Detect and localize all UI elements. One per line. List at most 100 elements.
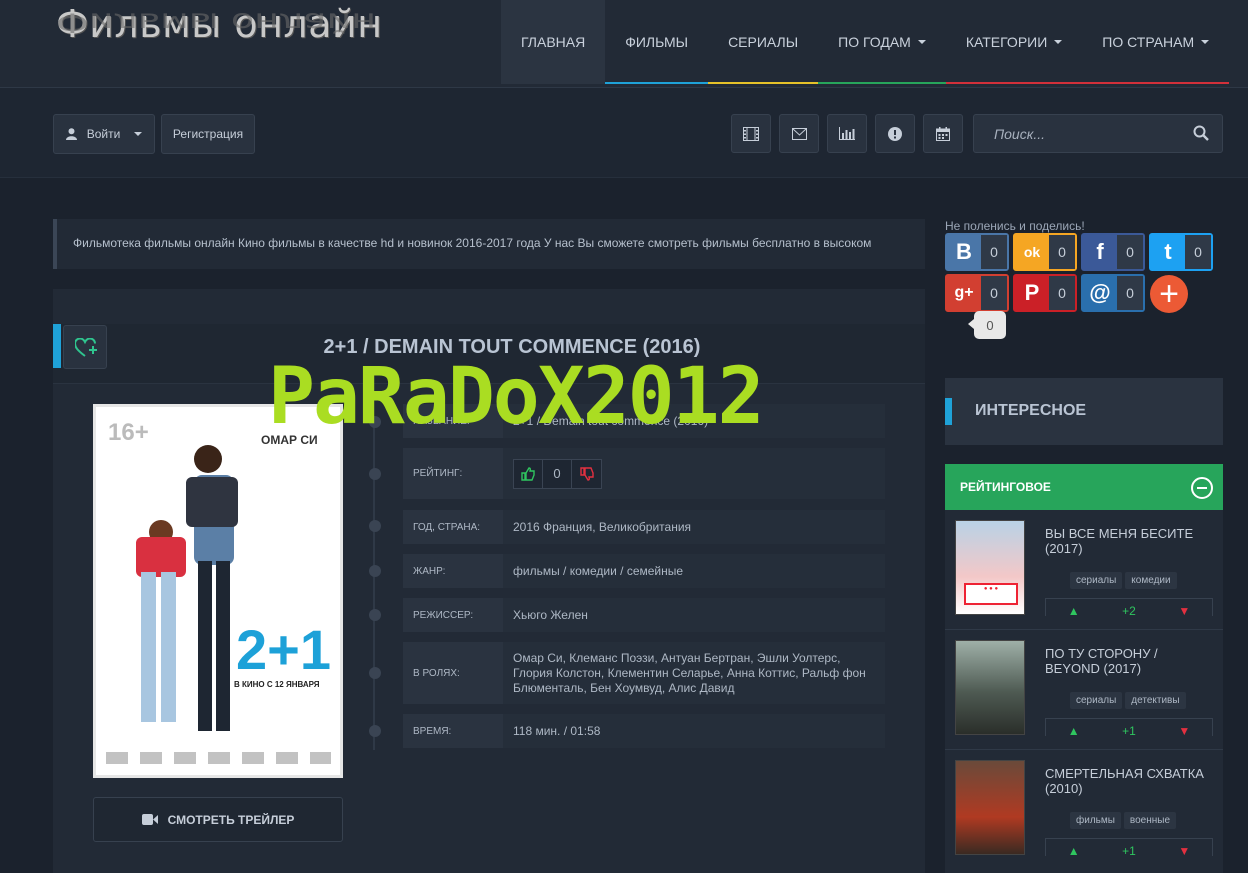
poster-big-title: 2+1 xyxy=(236,618,331,681)
item-thumbnail[interactable] xyxy=(955,760,1025,855)
calendar-icon xyxy=(936,126,950,141)
info-value[interactable]: фильмы / комедии / семейные xyxy=(503,554,885,588)
timeline-dot xyxy=(369,468,381,480)
register-label: Регистрация xyxy=(172,127,244,141)
nav-categories[interactable]: Категории xyxy=(945,0,1083,84)
tag[interactable]: комедии xyxy=(1125,572,1177,589)
search-icon[interactable] xyxy=(1193,125,1209,141)
bar-chart-icon xyxy=(839,127,855,140)
info-row-year: Год, страна: 2016 Франция, Великобритани… xyxy=(403,510,885,544)
nav-home[interactable]: Главная xyxy=(501,0,606,84)
list-item[interactable]: ПО ТУ СТОРОНУ / BEYOND (2017) сериалы де… xyxy=(945,630,1223,750)
share-google-plus-button[interactable]: g+ 0 xyxy=(945,274,1009,312)
logo-reflection: Фильмы онлайн xyxy=(56,7,377,38)
item-thumbnail[interactable]: ● ● ● xyxy=(955,520,1025,615)
item-title[interactable]: ПО ТУ СТОРОНУ / BEYOND (2017) xyxy=(1045,646,1215,676)
thumbs-up-icon[interactable]: ▲ xyxy=(1046,599,1101,617)
item-title[interactable]: ВЫ ВСЕ МЕНЯ БЕСИТЕ (2017) xyxy=(1045,526,1215,556)
twitter-icon: t xyxy=(1151,235,1185,269)
collapse-icon[interactable] xyxy=(1191,477,1213,499)
timeline-dot xyxy=(369,609,381,621)
calendar-icon-button[interactable] xyxy=(923,114,963,153)
info-row-director: Режиссер: Хьюго Желен xyxy=(403,598,885,632)
search-input[interactable] xyxy=(974,115,1184,152)
movie-poster[interactable]: 16+ ОМАР СИ 2+1 В КИНО С 12 ЯНВАРЯ xyxy=(93,404,343,778)
tag[interactable]: фильмы xyxy=(1070,812,1121,829)
nav-years[interactable]: По годам xyxy=(818,0,946,84)
share-count: 0 xyxy=(1117,276,1143,310)
nav-films[interactable]: Фильмы xyxy=(605,0,708,84)
item-title[interactable]: СМЕРТЕЛЬНАЯ СХВАТКА (2010) xyxy=(1045,766,1215,796)
thumbs-down-icon[interactable] xyxy=(572,460,601,488)
thumbs-down-icon[interactable]: ▼ xyxy=(1157,719,1212,737)
nav-series-label: Сериалы xyxy=(728,34,799,50)
item-score: +2 xyxy=(1122,603,1136,617)
item-vote: ▲ +2 ▼ xyxy=(1045,598,1213,616)
poster-logos xyxy=(106,752,331,764)
rating-count: 0 xyxy=(543,459,572,488)
thumbs-up-icon[interactable] xyxy=(514,459,543,488)
share-count: 0 xyxy=(981,235,1007,269)
share-twitter-button[interactable]: t0 xyxy=(1149,233,1213,271)
share-vk-button[interactable]: B0 xyxy=(945,233,1009,271)
timeline-dot xyxy=(369,667,381,679)
rating-vote: 0 xyxy=(513,458,602,489)
nav-years-label: По годам xyxy=(838,34,911,50)
mail-icon-button[interactable] xyxy=(779,114,819,153)
register-button[interactable]: Регистрация xyxy=(161,114,255,154)
rated-title: РЕЙТИНГОВОЕ xyxy=(960,480,1051,494)
caret-down-icon xyxy=(1054,40,1063,44)
user-icon xyxy=(65,128,77,140)
share-ok-button[interactable]: ok 0 xyxy=(1013,233,1077,271)
site-logo[interactable]: Фильмы онлайн Фильмы онлайн xyxy=(56,2,416,82)
item-thumbnail[interactable] xyxy=(955,640,1025,735)
nav-countries[interactable]: По странам xyxy=(1082,0,1230,84)
info-label: Режиссер: xyxy=(403,598,503,632)
tag[interactable]: сериалы xyxy=(1070,692,1123,709)
nav-films-label: Фильмы xyxy=(625,34,689,50)
share-pinterest-button[interactable]: P0 xyxy=(1013,274,1077,312)
watch-trailer-button[interactable]: СМОТРЕТЬ ТРЕЙЛЕР xyxy=(93,797,343,842)
info-label: Жанр: xyxy=(403,554,503,588)
info-value: Хьюго Желен xyxy=(503,598,885,632)
nav-series[interactable]: Сериалы xyxy=(708,0,819,84)
google-plus-icon: g+ xyxy=(947,276,981,310)
tag[interactable]: военные xyxy=(1123,812,1177,829)
timeline-dot xyxy=(369,520,381,532)
share-more-button[interactable]: + xyxy=(1150,275,1188,313)
vk-icon: B xyxy=(947,235,981,269)
stats-icon-button[interactable] xyxy=(827,114,867,153)
tag[interactable]: детективы xyxy=(1125,692,1186,709)
info-label: Год, страна: xyxy=(403,510,503,544)
main-nav: Главная Фильмы Сериалы По годам Категори… xyxy=(501,0,1230,84)
pinterest-icon: P xyxy=(1015,276,1049,310)
info-row-cast: В ролях: Омар Си, Клеманс Поэзи, Антуан … xyxy=(403,642,885,704)
nav-countries-label: По странам xyxy=(1102,34,1195,50)
share-mail-button[interactable]: @0 xyxy=(1081,274,1145,312)
header-accent xyxy=(53,324,61,368)
thumbs-up-icon[interactable]: ▲ xyxy=(1046,719,1101,737)
login-label: Войти xyxy=(86,127,121,141)
info-label: В ролях: xyxy=(403,642,503,704)
list-item[interactable]: ● ● ● ВЫ ВСЕ МЕНЯ БЕСИТЕ (2017) сериалы … xyxy=(945,510,1223,630)
poster-artwork xyxy=(136,445,238,731)
add-favorite-button[interactable] xyxy=(63,325,107,369)
film-icon-button[interactable] xyxy=(731,114,771,153)
info-value[interactable]: 2016 Франция, Великобритания xyxy=(503,510,885,544)
thumbs-up-icon[interactable]: ▲ xyxy=(1046,839,1101,857)
timeline-dot xyxy=(369,565,381,577)
trailer-label: СМОТРЕТЬ ТРЕЙЛЕР xyxy=(167,812,295,827)
film-icon xyxy=(743,126,759,141)
list-item[interactable]: СМЕРТЕЛЬНАЯ СХВАТКА (2010) фильмы военны… xyxy=(945,750,1223,870)
thumbnail-title-art: ● ● ● xyxy=(964,583,1018,605)
poster-release: В КИНО С 12 ЯНВАРЯ xyxy=(234,680,320,689)
timeline-dot xyxy=(369,725,381,737)
search-box xyxy=(973,114,1223,153)
envelope-icon xyxy=(791,127,807,140)
share-facebook-button[interactable]: f0 xyxy=(1081,233,1145,271)
info-icon-button[interactable] xyxy=(875,114,915,153)
tag[interactable]: сериалы xyxy=(1070,572,1123,589)
thumbs-down-icon[interactable]: ▼ xyxy=(1157,599,1212,617)
thumbs-down-icon[interactable]: ▼ xyxy=(1157,839,1212,857)
login-button[interactable]: Войти xyxy=(53,114,155,154)
